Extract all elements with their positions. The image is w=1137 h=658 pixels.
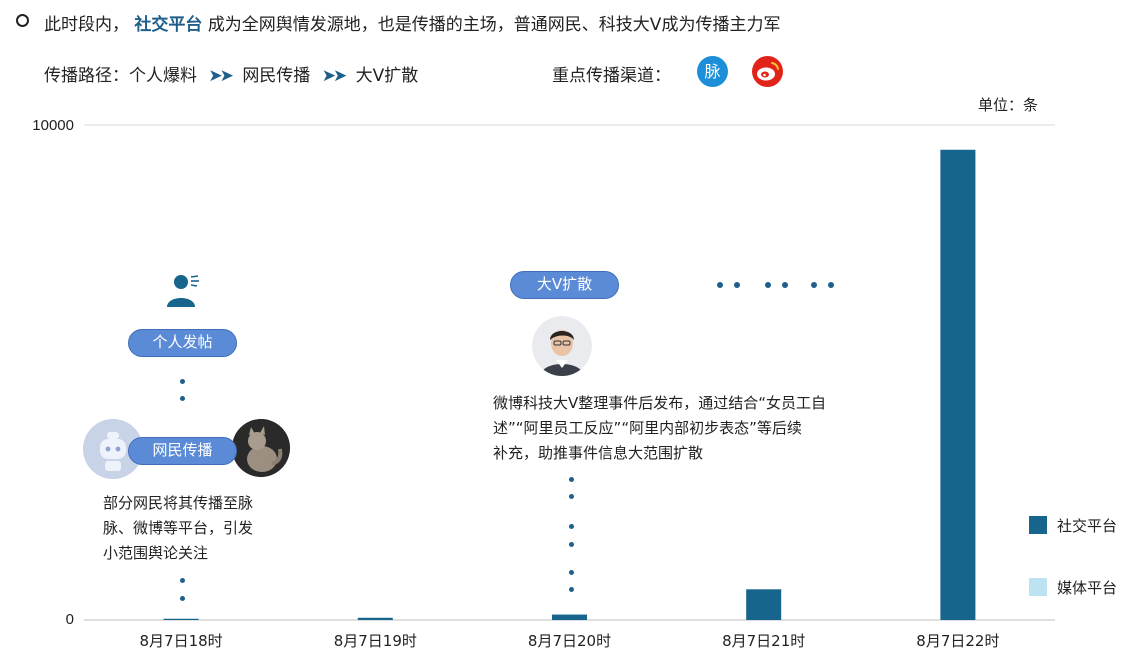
- x-tick-label: 8月7日19时: [334, 632, 417, 650]
- bar-social-1: [163, 618, 199, 620]
- netizen-note: 部分网民将其传播至脉 脉、微博等平台，引发 小范围舆论关注: [103, 491, 303, 566]
- user-speaking-icon: [164, 271, 200, 311]
- x-tick-label: 8月7日20时: [528, 632, 611, 650]
- netizen-note-line: 小范围舆论关注: [103, 544, 209, 562]
- pill-netizen-propagation: 网民传播: [128, 437, 237, 465]
- connector-dot: [569, 587, 574, 592]
- bigv-note-line: 微博科技大V整理事件后发布，通过结合“女员工自: [493, 394, 827, 412]
- netizen-note-line: 部分网民将其传播至脉: [103, 494, 254, 512]
- netizen-avatar-cat: [232, 419, 290, 477]
- connector-dot: [569, 477, 574, 482]
- continuation-dot: [717, 282, 723, 288]
- connector-dot: [569, 494, 574, 499]
- legend-label-media: 媒体平台: [1057, 579, 1118, 597]
- connector-dot: [180, 596, 185, 601]
- connector-dot: [569, 570, 574, 575]
- bar-social-4: [746, 589, 782, 620]
- bar-social-2: [357, 617, 393, 620]
- legend-label-social: 社交平台: [1057, 517, 1118, 535]
- bigv-note: 微博科技大V整理事件后发布，通过结合“女员工自 述”“阿里员工反应”“阿里内部初…: [493, 391, 913, 466]
- connector-dot: [180, 578, 185, 583]
- bigv-note-line: 补充，助推事件信息大范围扩散: [493, 444, 704, 462]
- bar-social-5: [940, 149, 976, 620]
- continuation-dot: [734, 282, 740, 288]
- x-tick-labels: 8月7日18时 8月7日19时 8月7日20时 8月7日21时 8月7日22时: [140, 632, 1000, 650]
- x-tick-label: 8月7日21时: [722, 632, 805, 650]
- x-tick-label: 8月7日22时: [916, 632, 999, 650]
- connector-dot: [180, 379, 185, 384]
- legend-swatch-media: [1029, 578, 1047, 596]
- connector-dot: [569, 524, 574, 529]
- bar-social-3: [552, 614, 587, 620]
- continuation-dot: [765, 282, 771, 288]
- bigv-avatar-photo: [532, 316, 592, 376]
- legend-swatch-social: [1029, 516, 1047, 534]
- continuation-dot: [811, 282, 817, 288]
- continuation-dot: [828, 282, 834, 288]
- pill-bigv-spread: 大V扩散: [510, 271, 619, 299]
- connector-dot: [180, 396, 185, 401]
- y-tick-label: 0: [66, 611, 74, 628]
- x-tick-label: 8月7日18时: [140, 632, 223, 650]
- connector-dot: [569, 542, 574, 547]
- y-tick-label: 10000: [32, 117, 74, 134]
- bigv-note-line: 述”“阿里员工反应”“阿里内部初步表态”等后续: [493, 419, 802, 437]
- pill-personal-post: 个人发帖: [128, 329, 237, 357]
- netizen-note-line: 脉、微博等平台，引发: [103, 519, 254, 537]
- continuation-dot: [782, 282, 788, 288]
